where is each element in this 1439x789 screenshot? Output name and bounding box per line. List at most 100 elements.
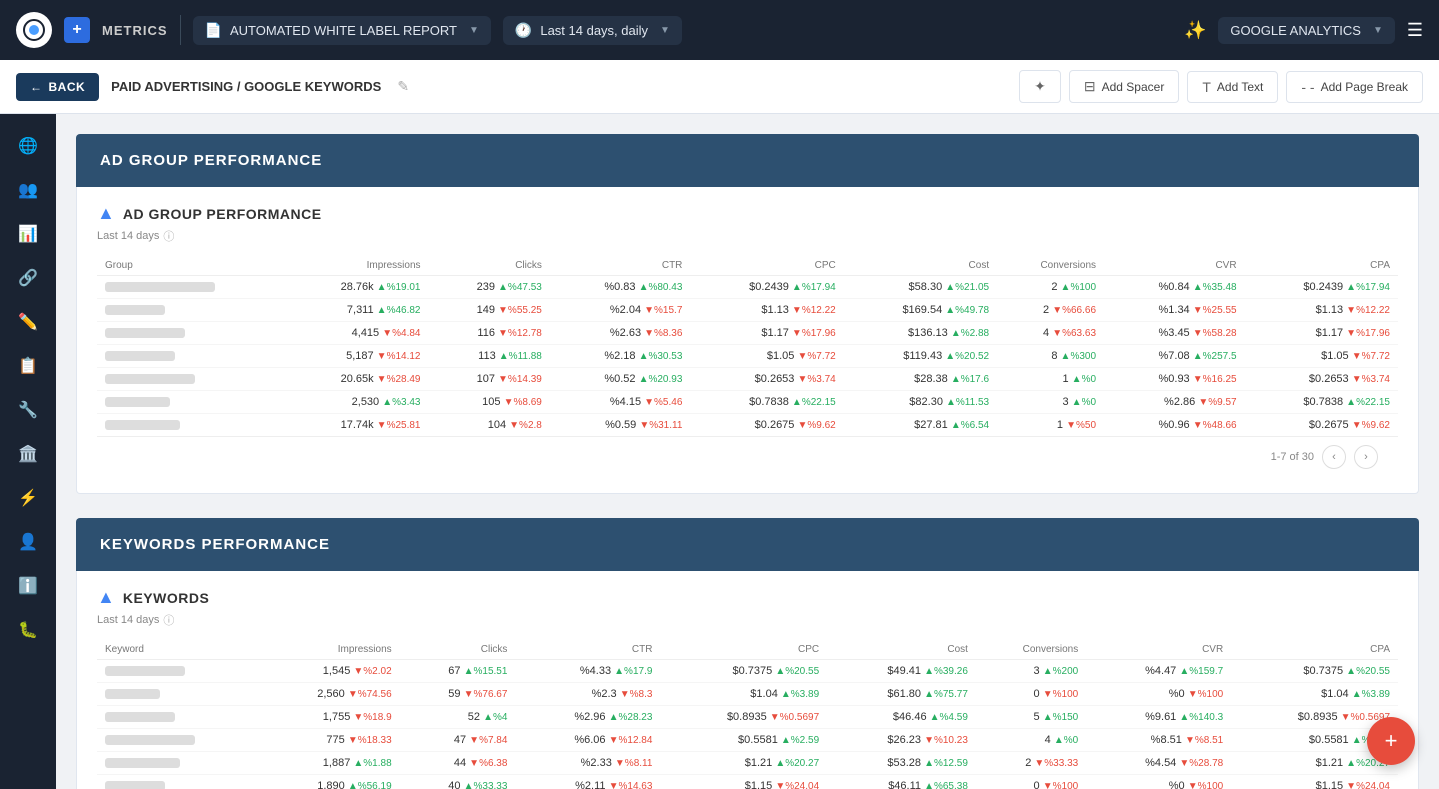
data-cell: 0 ▼%100: [976, 775, 1086, 789]
col-ctr: CTR: [550, 256, 691, 276]
data-cell: $0.7838 ▲%22.15: [690, 391, 843, 414]
data-cell: %6.06 ▼%12.84: [515, 729, 660, 752]
table-row: 20.65k ▼%28.49107 ▼%14.39%0.52 ▲%20.93$0…: [97, 368, 1398, 391]
sidebar-item-pen[interactable]: ✏️: [8, 302, 48, 342]
data-source-selector[interactable]: GOOGLE ANALYTICS ▼: [1218, 17, 1394, 44]
table-row: 1,545 ▼%2.0267 ▲%15.51%4.33 ▲%17.9$0.737…: [97, 660, 1398, 683]
data-cell: %0.52 ▲%20.93: [550, 368, 691, 391]
data-cell: 105 ▼%8.69: [429, 391, 550, 414]
ad-group-prev-button[interactable]: ‹: [1322, 445, 1346, 469]
data-cell: %2.96 ▲%28.23: [515, 706, 660, 729]
data-cell: $0.2653 ▼%3.74: [690, 368, 843, 391]
table-row: 1,887 ▲%1.8844 ▼%6.38%2.33 ▼%8.11$1.21 ▲…: [97, 752, 1398, 775]
data-cell: 2,560 ▼%74.56: [260, 683, 399, 706]
data-cell: $0.2439 ▲%17.94: [690, 276, 843, 299]
data-cell: 2 ▲%100: [997, 276, 1104, 299]
data-cell: $28.38 ▲%17.6: [844, 368, 997, 391]
sidebar-item-network[interactable]: 🔗: [8, 258, 48, 298]
data-cell: 104 ▼%2.8: [429, 414, 550, 437]
data-cell: $1.13 ▼%12.22: [1245, 299, 1398, 322]
data-cell: 67 ▲%15.51: [400, 660, 516, 683]
info-circle-icon-2: ⓘ: [163, 612, 174, 628]
data-cell: %0.59 ▼%31.11: [550, 414, 691, 437]
data-cell: $0.2439 ▲%17.94: [1245, 276, 1398, 299]
keyword-cell: [97, 775, 260, 789]
data-cell: $1.17 ▼%17.96: [690, 322, 843, 345]
add-page-break-button[interactable]: - - Add Page Break: [1286, 71, 1423, 103]
data-cell: $46.46 ▲%4.59: [827, 706, 976, 729]
report-chevron-icon: ▼: [469, 25, 479, 36]
back-button[interactable]: ← BACK: [16, 73, 99, 101]
data-cell: %2.33 ▼%8.11: [515, 752, 660, 775]
keyword-cell: [97, 752, 260, 775]
report-icon: 📄: [205, 22, 222, 39]
table-row: 7,311 ▲%46.82149 ▼%55.25%2.04 ▼%15.7$1.1…: [97, 299, 1398, 322]
data-cell: 2 ▼%33.33: [976, 752, 1086, 775]
kw-col-impressions: Impressions: [260, 640, 399, 660]
data-cell: $169.54 ▲%49.78: [844, 299, 997, 322]
sidebar-item-filter[interactable]: 🔧: [8, 390, 48, 430]
sidebar-item-lightning[interactable]: ⚡: [8, 478, 48, 518]
data-cell: 4 ▲%0: [976, 729, 1086, 752]
sidebar-item-building[interactable]: 🏛️: [8, 434, 48, 474]
data-cell: $27.81 ▲%6.54: [844, 414, 997, 437]
ad-group-section-title: AD GROUP PERFORMANCE: [100, 152, 322, 169]
sidebar-item-list[interactable]: 📋: [8, 346, 48, 386]
data-cell: $26.23 ▼%10.23: [827, 729, 976, 752]
sidebar-item-bug[interactable]: 🐛: [8, 610, 48, 650]
ad-group-table: Group Impressions Clicks CTR CPC Cost Co…: [97, 256, 1398, 436]
text-icon: T: [1202, 79, 1211, 95]
add-text-button[interactable]: T Add Text: [1187, 71, 1278, 103]
data-cell: $1.05 ▼%7.72: [690, 345, 843, 368]
keyword-cell: [97, 660, 260, 683]
col-group: Group: [97, 256, 285, 276]
ad-group-card: ▲ AD GROUP PERFORMANCE Last 14 days ⓘ Gr…: [76, 187, 1419, 494]
report-selector[interactable]: 📄 AUTOMATED WHITE LABEL REPORT ▼: [193, 16, 491, 45]
keyword-cell: [97, 706, 260, 729]
data-cell: %7.08 ▲%257.5: [1104, 345, 1245, 368]
table-row: 1,755 ▼%18.952 ▲%4%2.96 ▲%28.23$0.8935 ▼…: [97, 706, 1398, 729]
data-cell: %2.04 ▼%15.7: [550, 299, 691, 322]
settings-button[interactable]: ✦: [1019, 70, 1061, 103]
data-cell: %2.18 ▲%30.53: [550, 345, 691, 368]
kw-col-ctr: CTR: [515, 640, 660, 660]
table-row: 1,890 ▲%56.1940 ▲%33.33%2.11 ▼%14.63$1.1…: [97, 775, 1398, 789]
add-spacer-button[interactable]: ⊟ Add Spacer: [1069, 70, 1179, 103]
data-cell: %0.96 ▼%48.66: [1104, 414, 1245, 437]
page-break-icon: - -: [1301, 79, 1314, 95]
sidebar-item-chart[interactable]: 📊: [8, 214, 48, 254]
data-cell: $1.04 ▲%3.89: [660, 683, 827, 706]
ad-group-next-button[interactable]: ›: [1354, 445, 1378, 469]
add-report-button[interactable]: +: [64, 17, 90, 43]
sidebar-item-people[interactable]: 👥: [8, 170, 48, 210]
data-cell: 239 ▲%47.53: [429, 276, 550, 299]
data-cell: %9.61 ▲%140.3: [1086, 706, 1231, 729]
data-cell: $0.7375 ▲%20.55: [660, 660, 827, 683]
edit-icon[interactable]: ✎: [397, 78, 409, 95]
sidebar-item-person[interactable]: 👤: [8, 522, 48, 562]
data-cell: $0.8935 ▼%0.5697: [660, 706, 827, 729]
data-cell: 20.65k ▼%28.49: [285, 368, 428, 391]
sidebar-item-info[interactable]: ℹ️: [8, 566, 48, 606]
col-cpc: CPC: [690, 256, 843, 276]
add-text-label: Add Text: [1217, 80, 1263, 94]
hamburger-icon[interactable]: ☰: [1407, 20, 1423, 41]
date-range-selector[interactable]: 🕐 Last 14 days, daily ▼: [503, 16, 682, 45]
top-nav: + METRICS 📄 AUTOMATED WHITE LABEL REPORT…: [0, 0, 1439, 60]
data-cell: 1 ▲%0: [997, 368, 1104, 391]
toolbar: ✦ ⊟ Add Spacer T Add Text - - Add Page B…: [1019, 70, 1423, 103]
table-row: 2,560 ▼%74.5659 ▼%76.67%2.3 ▼%8.3$1.04 ▲…: [97, 683, 1398, 706]
data-cell: $1.17 ▼%17.96: [1245, 322, 1398, 345]
spark-icon[interactable]: ✨: [1184, 20, 1206, 41]
ad-group-section-header: AD GROUP PERFORMANCE: [76, 134, 1419, 187]
data-cell: $136.13 ▲%2.88: [844, 322, 997, 345]
sidebar-item-globe[interactable]: 🌐: [8, 126, 48, 166]
data-cell: 1,887 ▲%1.88: [260, 752, 399, 775]
data-cell: %3.45 ▼%58.28: [1104, 322, 1245, 345]
keyword-cell: [97, 729, 260, 752]
kw-col-conversions: Conversions: [976, 640, 1086, 660]
data-cell: $0.2675 ▼%9.62: [690, 414, 843, 437]
fab-button[interactable]: +: [1367, 717, 1415, 765]
data-cell: %8.51 ▼%8.51: [1086, 729, 1231, 752]
table-row: 2,530 ▲%3.43105 ▼%8.69%4.15 ▼%5.46$0.783…: [97, 391, 1398, 414]
